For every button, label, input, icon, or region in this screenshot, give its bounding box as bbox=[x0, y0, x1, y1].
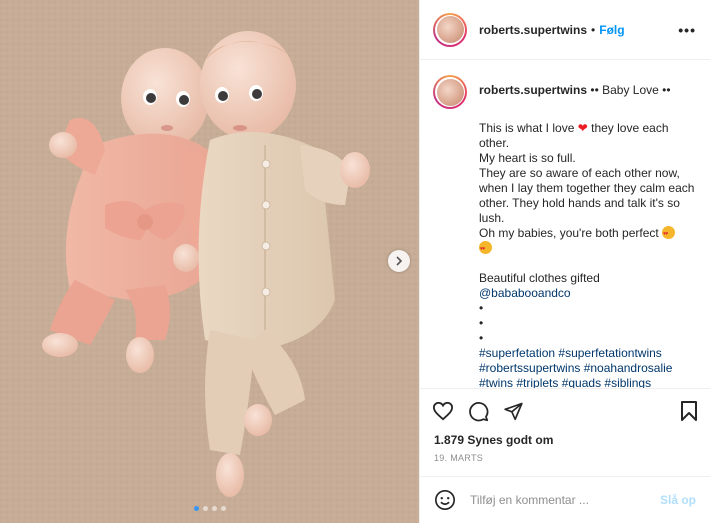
post-image bbox=[0, 0, 419, 523]
next-photo-button[interactable] bbox=[388, 250, 410, 272]
save-button[interactable] bbox=[680, 400, 698, 422]
like-button[interactable] bbox=[432, 401, 454, 421]
more-options-icon[interactable]: ••• bbox=[678, 22, 696, 38]
mention-link[interactable]: @bababooandco bbox=[479, 286, 571, 300]
add-comment-bar: Slå op bbox=[420, 476, 710, 523]
carousel-dot bbox=[193, 506, 199, 511]
heart-eyes-emoji-icon bbox=[479, 241, 492, 257]
caption-line: Oh my babies, you're both perfect bbox=[479, 226, 659, 240]
comments-area[interactable]: roberts.supertwins •• Baby Love •• This … bbox=[420, 61, 710, 388]
post-header: roberts.supertwins • Følg ••• bbox=[420, 0, 710, 60]
comment-input[interactable] bbox=[470, 493, 660, 507]
action-section: 1.879 Synes godt om 19. MARTS bbox=[420, 388, 710, 473]
caption-line: They are so aware of each other now, whe… bbox=[479, 166, 695, 225]
caption-title: •• Baby Love •• bbox=[590, 83, 671, 97]
carousel-dot bbox=[211, 506, 217, 511]
chevron-right-icon bbox=[396, 256, 403, 266]
separator: • bbox=[591, 22, 596, 37]
paper-plane-icon bbox=[504, 402, 523, 421]
comment-icon bbox=[469, 401, 489, 421]
caption-header: roberts.supertwins •• Baby Love •• bbox=[433, 75, 696, 109]
caption-line: Beautiful clothes gifted bbox=[479, 271, 600, 285]
post-photo[interactable] bbox=[0, 0, 419, 523]
caption-line: This is what I love bbox=[479, 121, 575, 135]
likes-count[interactable]: 1.879 Synes godt om bbox=[420, 433, 710, 449]
share-button[interactable] bbox=[503, 401, 524, 421]
avatar[interactable] bbox=[433, 75, 467, 109]
heart-eyes-emoji-icon bbox=[662, 226, 676, 242]
smiley-icon bbox=[435, 490, 455, 510]
post-comment-button[interactable]: Slå op bbox=[660, 493, 696, 507]
post-sidebar: roberts.supertwins • Følg ••• roberts.su… bbox=[419, 0, 710, 523]
avatar-image bbox=[436, 78, 464, 106]
bullet: • bbox=[479, 316, 484, 330]
avatar-image bbox=[436, 16, 464, 43]
hashtags[interactable]: #superfetation #superfetationtwins #robe… bbox=[479, 346, 672, 388]
emoji-button[interactable] bbox=[434, 489, 456, 511]
follow-button[interactable]: Følg bbox=[599, 23, 624, 37]
bullet: • bbox=[479, 331, 484, 345]
carousel-dots bbox=[0, 506, 419, 511]
caption-username[interactable]: roberts.supertwins bbox=[479, 83, 587, 97]
bullet: • bbox=[479, 301, 484, 315]
instagram-post: roberts.supertwins • Følg ••• roberts.su… bbox=[0, 0, 710, 523]
action-bar bbox=[420, 389, 710, 433]
post-date[interactable]: 19. MARTS bbox=[420, 449, 710, 473]
bookmark-icon bbox=[681, 401, 697, 421]
heart-outline-icon bbox=[432, 401, 454, 421]
caption-line: My heart is so full. bbox=[479, 151, 576, 165]
header-username[interactable]: roberts.supertwins bbox=[479, 23, 587, 37]
carousel-dot bbox=[202, 506, 208, 511]
comment-button[interactable] bbox=[468, 401, 489, 422]
caption-text: This is what I love ❤ they love each oth… bbox=[479, 121, 696, 388]
avatar[interactable] bbox=[433, 12, 467, 47]
red-heart-icon: ❤ bbox=[577, 121, 588, 135]
carousel-dot bbox=[220, 506, 226, 511]
